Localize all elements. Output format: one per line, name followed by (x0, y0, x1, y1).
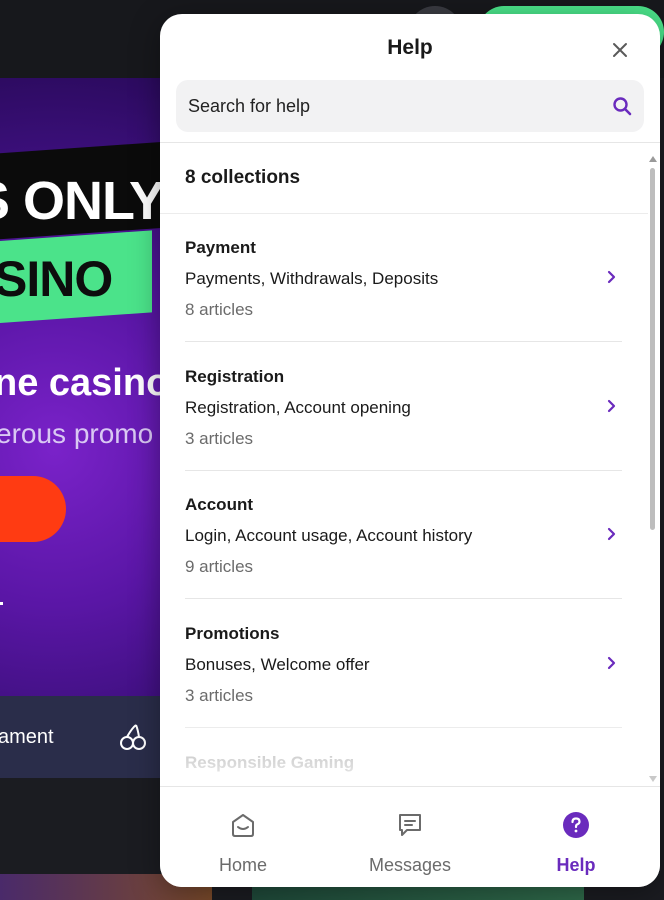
close-button[interactable] (608, 38, 632, 62)
divider (185, 341, 622, 342)
cherry-icon[interactable] (118, 722, 148, 757)
help-icon (563, 812, 589, 838)
hero-cta-button[interactable] (0, 476, 66, 542)
help-panel: Help 8 collections Payment Payments, Wit… (160, 14, 660, 887)
hero-headline: ne casino (0, 362, 170, 404)
collection-description: Bonuses, Welcome offer (185, 655, 370, 674)
collection-article-count: 8 articles (185, 300, 254, 319)
scrollbar-thumb[interactable] (650, 168, 655, 530)
collection-title: Registration (185, 367, 285, 386)
bottom-nav: Home Messages Help (160, 786, 660, 887)
search-input[interactable] (188, 80, 588, 132)
collection-article-count: 3 articles (185, 686, 254, 705)
collection-promotions[interactable]: Promotions Bonuses, Welcome offer 3 arti… (185, 600, 622, 728)
search-box (176, 80, 644, 132)
collection-title: Responsible Gaming (185, 753, 355, 772)
collection-title: Payment (185, 238, 256, 257)
divider (185, 598, 622, 599)
divider (185, 727, 622, 728)
nav-messages[interactable]: Messages (327, 787, 493, 887)
collections-list[interactable]: 8 collections Payment Payments, Withdraw… (160, 143, 660, 786)
collection-description: Payments, Withdrawals, Deposits (185, 269, 439, 288)
collection-title: Account (185, 495, 253, 514)
hero-line1: S ONLY (0, 171, 165, 231)
chevron-right-icon (607, 399, 616, 413)
scrollbar[interactable] (646, 156, 658, 796)
collection-payment[interactable]: Payment Payments, Withdrawals, Deposits … (185, 214, 622, 342)
collection-responsible-gaming[interactable]: Responsible Gaming (185, 729, 622, 786)
collections-count: 8 collections (185, 167, 301, 188)
chevron-right-icon (607, 270, 616, 284)
scroll-up-arrow-icon[interactable] (649, 156, 657, 162)
collection-account[interactable]: Account Login, Account usage, Account hi… (185, 471, 622, 599)
collection-description: Login, Account usage, Account history (185, 526, 473, 545)
close-icon (613, 43, 627, 57)
chevron-right-icon (607, 656, 616, 670)
collection-registration[interactable]: Registration Registration, Account openi… (185, 343, 622, 471)
chevron-right-icon (607, 527, 616, 541)
collection-description: Registration, Account opening (185, 398, 411, 417)
site-hero-banner: S ONLY SINO ne casino erous promo (0, 78, 180, 696)
help-header: Help (160, 14, 660, 142)
nav-label: Messages (368, 855, 452, 875)
home-icon (232, 814, 254, 837)
game-thumbnail[interactable] (252, 886, 584, 900)
hero-line2: SINO (0, 251, 113, 307)
help-title: Help (387, 36, 433, 59)
collection-title: Promotions (185, 624, 280, 643)
nav-help[interactable]: Help (493, 787, 659, 887)
nav-label: Help (556, 855, 596, 875)
collection-article-count: 3 articles (185, 429, 254, 448)
messages-icon (399, 814, 421, 836)
collection-article-count: 9 articles (185, 557, 254, 576)
site-category-item[interactable]: ament (0, 726, 54, 749)
nav-label: Home (218, 855, 267, 875)
nav-home[interactable]: Home (160, 787, 326, 887)
search-icon[interactable] (612, 96, 632, 116)
hero-subline: erous promo (0, 418, 154, 449)
hero-carousel-dot[interactable] (0, 602, 3, 605)
scroll-down-arrow-icon[interactable] (649, 776, 657, 782)
